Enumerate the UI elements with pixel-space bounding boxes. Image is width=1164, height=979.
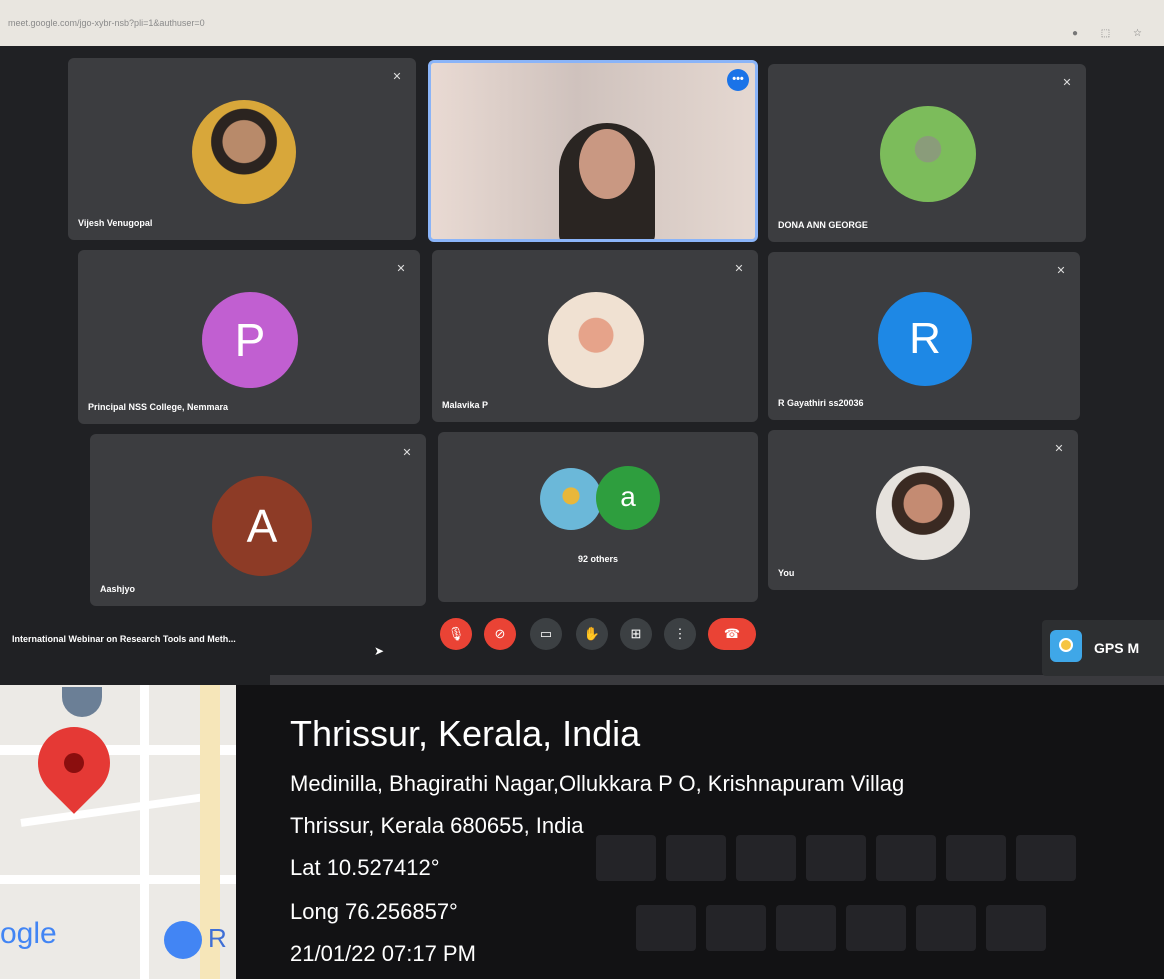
map-road xyxy=(20,791,220,827)
participant-name: Vijesh Venugopal xyxy=(78,218,153,228)
url-text[interactable]: meet.google.com/jgo-xybr-nsb?pli=1&authu… xyxy=(8,18,205,28)
participant-name: DONA ANN GEORGE xyxy=(778,220,868,230)
keyboard-key xyxy=(776,905,836,951)
address-line-2: Thrissur, Kerala 680655, India xyxy=(290,813,584,838)
participant-tile-others[interactable]: a 92 others xyxy=(438,432,758,602)
shopping-bag-icon xyxy=(164,921,202,959)
keyboard-key xyxy=(946,835,1006,881)
keyboard-key xyxy=(806,835,866,881)
mic-off-icon: ✕ xyxy=(1056,265,1066,277)
mic-off-icon: ✕ xyxy=(396,263,406,275)
participant-tile-presenter[interactable]: ••• xyxy=(428,60,758,242)
participant-photo xyxy=(192,100,296,204)
avatar: P xyxy=(202,292,298,388)
map-place-icon xyxy=(62,687,102,717)
more-options-icon[interactable]: ••• xyxy=(727,69,749,91)
browser-address-bar[interactable]: meet.google.com/jgo-xybr-nsb?pli=1&authu… xyxy=(0,0,1164,46)
participant-tile-principal[interactable]: P ✕ Principal NSS College, Nemmara xyxy=(78,250,420,424)
meeting-title: International Webinar on Research Tools … xyxy=(12,634,236,644)
keyboard-key xyxy=(986,905,1046,951)
mic-off-icon: ✕ xyxy=(734,263,744,275)
keyboard-key xyxy=(916,905,976,951)
more-options-button[interactable]: ⋮ xyxy=(664,618,696,650)
browser-toolbar-icons[interactable]: ● ⬚ ☆ xyxy=(1072,28,1152,39)
location-info-panel: Thrissur, Kerala, India Medinilla, Bhagi… xyxy=(236,685,1164,979)
google-logo: ogle xyxy=(0,917,57,950)
participant-tile-dona[interactable]: ✕ DONA ANN GEORGE xyxy=(768,64,1086,242)
avatar-letter: A xyxy=(246,500,278,552)
participant-name: Malavika P xyxy=(442,400,489,410)
participant-photo xyxy=(880,106,976,202)
participant-name: Principal NSS College, Nemmara xyxy=(88,402,229,412)
avatar-letter: P xyxy=(234,314,266,366)
mic-off-icon: ✕ xyxy=(1054,443,1064,455)
keyboard-key xyxy=(876,835,936,881)
keyboard-key xyxy=(636,905,696,951)
participant-name: You xyxy=(778,568,795,578)
longitude: Long 76.256857° xyxy=(290,899,458,924)
presenter-face xyxy=(579,129,635,199)
participant-tile-aashjyo[interactable]: A ✕ Aashjyo xyxy=(90,434,426,606)
mic-off-button[interactable]: 🎙 xyxy=(440,618,472,650)
latitude: Lat 10.527412° xyxy=(290,855,440,880)
address-line-1: Medinilla, Bhagirathi Nagar,Ollukkara P … xyxy=(290,771,905,796)
gps-camera-icon xyxy=(1050,630,1082,662)
participant-name: Aashjyo xyxy=(100,584,136,594)
keyboard-key xyxy=(1016,835,1076,881)
keyboard-key xyxy=(666,835,726,881)
keyboard-key xyxy=(596,835,656,881)
location-title: Thrissur, Kerala, India xyxy=(290,713,641,754)
map-label: R xyxy=(208,923,227,953)
avatar: a xyxy=(596,466,660,530)
participant-photo xyxy=(540,468,602,530)
keyboard-key xyxy=(706,905,766,951)
location-map: ogle R xyxy=(0,685,236,979)
avatar: R xyxy=(878,292,972,386)
mic-off-icon: ✕ xyxy=(402,447,412,459)
participant-tile-you[interactable]: ✕ You xyxy=(768,430,1078,590)
cursor-icon: ➤ xyxy=(374,644,385,658)
others-count: 92 others xyxy=(577,554,619,564)
gps-app-label: GPS M xyxy=(1094,640,1140,656)
participant-tile-vijesh[interactable]: ✕ Vijesh Venugopal xyxy=(68,58,416,240)
captions-button[interactable]: ▭ xyxy=(530,618,562,650)
participant-name: R Gayathiri ss20036 xyxy=(778,398,864,408)
avatar-letter: a xyxy=(620,481,636,512)
camera-off-button[interactable]: ⊘ xyxy=(484,618,516,650)
leave-call-button[interactable]: ☎ xyxy=(708,618,756,650)
meeting-controls-bar: International Webinar on Research Tools … xyxy=(0,600,1164,658)
participant-photo xyxy=(876,466,970,560)
participant-tile-malavika[interactable]: ✕ Malavika P xyxy=(432,250,758,422)
keyboard-key xyxy=(736,835,796,881)
mic-off-icon: ✕ xyxy=(1062,77,1072,89)
participant-photo xyxy=(548,292,644,388)
participant-tile-gayathiri[interactable]: R ✕ R Gayathiri ss20036 xyxy=(768,252,1080,420)
avatar: A xyxy=(212,476,312,576)
present-button[interactable]: ⊞ xyxy=(620,618,652,650)
timestamp: 21/01/22 07:17 PM xyxy=(290,941,476,966)
map-marker-dot xyxy=(64,753,84,773)
avatar-letter: R xyxy=(909,314,941,363)
keyboard-key xyxy=(846,905,906,951)
raise-hand-button[interactable]: ✋ xyxy=(576,618,608,650)
meet-screen: meet.google.com/jgo-xybr-nsb?pli=1&authu… xyxy=(0,0,1164,685)
map-road xyxy=(140,685,149,979)
gps-app-badge: GPS M xyxy=(1042,620,1164,676)
mic-off-icon: ✕ xyxy=(392,71,402,83)
